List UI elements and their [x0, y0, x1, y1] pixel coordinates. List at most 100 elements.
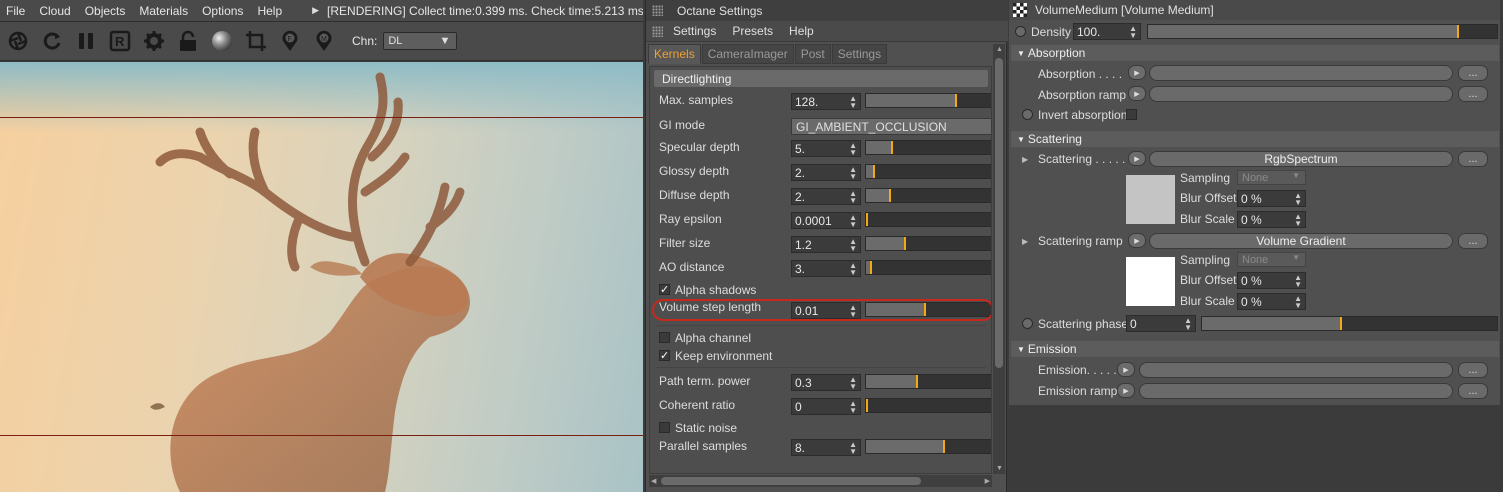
max-samples-slider[interactable] [865, 93, 991, 108]
lock-icon[interactable] [176, 29, 200, 53]
ao-distance-slider[interactable] [865, 260, 991, 275]
ray-epsilon-input[interactable]: 0.0001 ▲ ▼ [791, 212, 861, 229]
spinner-icon[interactable]: ▲ ▼ [849, 262, 857, 277]
emission-section-header[interactable]: ▼ Emission [1011, 341, 1499, 357]
scattering-phase-slider[interactable] [1201, 316, 1498, 331]
invert-absorption-radio[interactable] [1022, 109, 1033, 120]
diffuse-depth-slider[interactable] [865, 188, 991, 203]
scattering-ramp-swatch[interactable] [1126, 257, 1175, 306]
spinner-icon[interactable]: ▲ ▼ [849, 238, 857, 253]
glossy-depth-input[interactable]: 2. ▲ ▼ [791, 164, 861, 181]
gi-mode-select[interactable]: GI_AMBIENT_OCCLUSION [791, 118, 991, 135]
vertical-scrollbar[interactable]: ▲ ▼ [993, 44, 1005, 474]
scroll-right-icon[interactable]: ▶ [985, 477, 990, 485]
spinner-icon[interactable]: ▲ ▼ [849, 376, 857, 391]
invert-absorption-checkbox[interactable] [1126, 109, 1137, 120]
spinner-icon[interactable]: ▲ ▼ [849, 166, 857, 181]
scattering-ramp-link-button[interactable]: ▶ [1128, 233, 1146, 248]
refresh-icon[interactable] [40, 29, 64, 53]
emission-texture-field[interactable] [1139, 362, 1453, 378]
parallel-samples-input[interactable]: 8. ▲ ▼ [791, 439, 861, 456]
emission-more-button[interactable]: ... [1458, 362, 1488, 378]
scattering-phase-radio[interactable] [1022, 318, 1033, 329]
ray-epsilon-slider[interactable] [865, 212, 991, 227]
tab-settings[interactable]: Settings [831, 44, 888, 64]
absorption-section-header[interactable]: ▼ Absorption [1011, 45, 1499, 61]
spinner-icon[interactable]: ▲ ▼ [849, 95, 857, 110]
path-term-power-input[interactable]: 0.3 ▲ ▼ [791, 374, 861, 391]
spinner-icon[interactable]: ▲ ▼ [849, 142, 857, 157]
octane-titlebar[interactable]: Octane Settings [646, 0, 1008, 21]
horizontal-scrollbar[interactable]: ◀ ▶ [649, 475, 992, 487]
spinner-icon[interactable]: ▲ ▼ [1184, 317, 1192, 332]
expand-arrow-icon[interactable]: ▶ [312, 5, 319, 16]
alpha-channel-checkbox[interactable] [659, 332, 670, 343]
emission-ramp-more-button[interactable]: ... [1458, 383, 1488, 399]
scattering-blur-scale-input[interactable]: 0 % ▲ ▼ [1237, 211, 1306, 228]
render-image[interactable] [0, 62, 643, 492]
tab-cameraimager[interactable]: CameraImager [701, 44, 794, 64]
pin-m-icon[interactable]: M [312, 29, 336, 53]
density-radio[interactable] [1015, 26, 1026, 37]
scroll-up-icon[interactable]: ▲ [996, 46, 1003, 53]
absorption-more-button[interactable]: ... [1458, 65, 1488, 81]
menu-help[interactable]: Help [257, 4, 282, 18]
gear-icon[interactable] [142, 29, 166, 53]
spinner-icon[interactable]: ▲ ▼ [1294, 213, 1302, 228]
absorption-ramp-field[interactable] [1149, 86, 1453, 102]
vertical-scroll-thumb[interactable] [995, 58, 1003, 368]
region-icon[interactable]: R [108, 29, 132, 53]
menu-objects[interactable]: Objects [85, 4, 126, 18]
coherent-ratio-input[interactable]: 0 ▲ ▼ [791, 398, 861, 415]
emission-link-button[interactable]: ▶ [1117, 362, 1135, 377]
specular-depth-slider[interactable] [865, 140, 991, 155]
tab-kernels[interactable]: Kernels [648, 44, 701, 64]
scattering-ramp-sampling-select[interactable]: None ▼ [1237, 252, 1306, 267]
absorption-ramp-more-button[interactable]: ... [1458, 86, 1488, 102]
static-noise-checkbox[interactable] [659, 422, 670, 433]
spinner-icon[interactable]: ▲ ▼ [849, 190, 857, 205]
expand-triangle-icon[interactable]: ▶ [1022, 155, 1028, 164]
filter-size-slider[interactable] [865, 236, 991, 251]
pin-f-icon[interactable]: F [278, 29, 302, 53]
scroll-down-icon[interactable]: ▼ [996, 465, 1003, 472]
scattering-texture-field[interactable]: RgbSpectrum [1149, 151, 1453, 167]
scattering-more-button[interactable]: ... [1458, 151, 1488, 167]
coherent-ratio-slider[interactable] [865, 398, 991, 413]
sphere-icon[interactable] [210, 29, 234, 53]
crop-icon[interactable] [244, 29, 268, 53]
density-slider[interactable] [1147, 24, 1498, 39]
parallel-samples-slider[interactable] [865, 439, 991, 454]
kernel-group-header[interactable]: Directlighting [654, 70, 988, 87]
spinner-icon[interactable]: ▲ ▼ [1129, 25, 1137, 40]
spinner-icon[interactable]: ▲ ▼ [1294, 295, 1302, 310]
horizontal-scroll-thumb[interactable] [661, 477, 921, 485]
scattering-ramp-more-button[interactable]: ... [1458, 233, 1488, 249]
menu-file[interactable]: File [6, 4, 25, 18]
absorption-link-button[interactable]: ▶ [1128, 65, 1146, 80]
scattering-phase-input[interactable]: 0 ▲ ▼ [1126, 315, 1196, 332]
aperture-icon[interactable] [6, 29, 30, 53]
expand-triangle-icon[interactable]: ▶ [1022, 237, 1028, 246]
scattering-section-header[interactable]: ▼ Scattering [1011, 131, 1499, 147]
alpha-shadows-checkbox[interactable]: ✓ [659, 284, 670, 296]
scattering-link-button[interactable]: ▶ [1128, 151, 1146, 166]
scattering-blur-offset-input[interactable]: 0 % ▲ ▼ [1237, 190, 1306, 207]
scattering-sampling-select[interactable]: None ▼ [1237, 170, 1306, 185]
menu-materials[interactable]: Materials [139, 4, 188, 18]
spinner-icon[interactable]: ▲ ▼ [849, 214, 857, 229]
density-input[interactable]: 100. ▲ ▼ [1073, 23, 1141, 40]
spinner-icon[interactable]: ▲ ▼ [849, 400, 857, 415]
scattering-ramp-blur-scale-input[interactable]: 0 % ▲ ▼ [1237, 293, 1306, 310]
channel-select[interactable]: DL ▼ [383, 32, 458, 50]
menu-settings[interactable]: Settings [673, 24, 716, 38]
spinner-icon[interactable]: ▲ ▼ [849, 441, 857, 456]
path-term-power-slider[interactable] [865, 374, 991, 389]
tab-post[interactable]: Post [794, 44, 831, 64]
scattering-ramp-field[interactable]: Volume Gradient [1149, 233, 1453, 249]
ao-distance-input[interactable]: 3. ▲ ▼ [791, 260, 861, 277]
spinner-icon[interactable]: ▲ ▼ [1294, 192, 1302, 207]
specular-depth-input[interactable]: 5. ▲ ▼ [791, 140, 861, 157]
absorption-texture-field[interactable] [1149, 65, 1453, 81]
pause-icon[interactable] [74, 29, 98, 53]
